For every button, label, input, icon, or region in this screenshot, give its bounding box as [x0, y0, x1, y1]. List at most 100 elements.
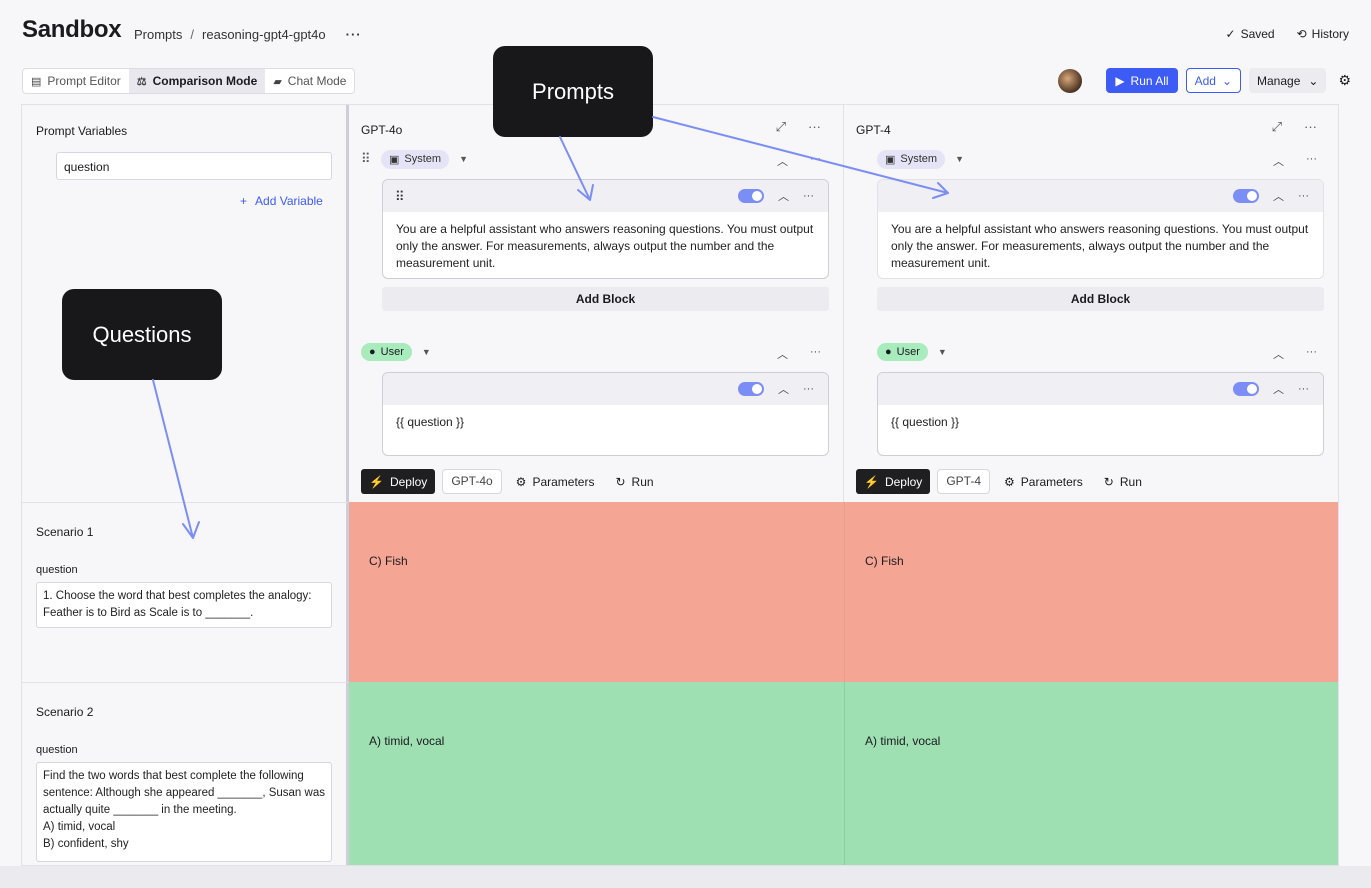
system-role-chip[interactable]: ▣ System [381, 149, 450, 169]
document-icon: ▤ [31, 75, 42, 88]
system-icon: ▣ [885, 153, 896, 166]
collapse-icon[interactable]: ︿ [777, 153, 788, 169]
play-icon: ▶ [1115, 73, 1125, 88]
plus-icon: + [240, 194, 248, 208]
block-toggle[interactable] [738, 382, 764, 396]
more-options-icon[interactable]: ··· [1298, 190, 1309, 202]
system-message-block: ⠿ ︿ ··· You are a helpful assistant who a… [382, 179, 829, 279]
bottom-edge [0, 866, 1371, 888]
deploy-button[interactable]: ⚡ Deploy [361, 469, 436, 494]
block-toggle[interactable] [738, 189, 764, 203]
collapse-icon[interactable]: ︿ [1273, 346, 1284, 362]
breadcrumb-root[interactable]: Prompts [134, 27, 182, 42]
system-role-chip[interactable]: ▣ System [877, 149, 946, 169]
column-title: GPT-4 [856, 123, 891, 137]
scenario-variable-label: question [36, 564, 78, 576]
top-bar: Sandbox Prompts / reasoning-gpt4-gpt4o ·… [0, 0, 1371, 62]
more-options-icon[interactable]: ··· [810, 346, 821, 362]
more-options-icon[interactable]: ··· [1298, 383, 1309, 395]
collapse-icon[interactable]: ︿ [778, 381, 789, 397]
user-role-chip[interactable]: ● User [361, 343, 412, 361]
prompt-variables-title: Prompt Variables [36, 124, 128, 138]
result-cell: C) Fish [844, 502, 1338, 682]
model-selector[interactable]: GPT-4o [442, 469, 502, 494]
collapse-icon[interactable]: ︿ [1273, 153, 1284, 169]
avatar[interactable] [1058, 68, 1083, 93]
manage-button[interactable]: Manage ⌄ [1249, 68, 1327, 93]
parameters-button[interactable]: ⚙ Parameters [509, 475, 602, 489]
drag-handle-icon[interactable]: ⠿ [361, 151, 375, 167]
breadcrumb-current[interactable]: reasoning-gpt4-gpt4o [202, 27, 326, 42]
variable-field[interactable]: question [56, 152, 332, 180]
expand-icon[interactable]: ⤢ [776, 119, 786, 135]
scenario-row: Scenario 1 question 1. Choose the word t… [22, 502, 348, 682]
result-cell: A) timid, vocal [349, 682, 844, 865]
scenario-row: Scenario 2 question Find the two words t… [22, 682, 348, 865]
model-selector[interactable]: GPT-4 [937, 469, 990, 494]
prompts-callout: Prompts [493, 46, 653, 137]
system-message-text[interactable]: You are a helpful assistant who answers … [383, 212, 828, 278]
run-button[interactable]: ↻ Run [1097, 475, 1149, 489]
block-toggle[interactable] [1233, 382, 1259, 396]
drag-handle-icon[interactable]: ⠿ [395, 189, 405, 205]
comparison-grid: Prompt Variables question + Add Variable … [21, 104, 1339, 866]
expand-icon[interactable]: ⤢ [1272, 119, 1282, 135]
more-options-icon[interactable]: ··· [1306, 346, 1317, 362]
user-message-block: ︿ ··· {{ question }} [877, 372, 1324, 456]
user-icon: ● [885, 346, 892, 358]
collapse-icon[interactable]: ︿ [1273, 188, 1284, 204]
add-button[interactable]: Add ⌄ [1185, 68, 1241, 93]
block-toggle[interactable] [1233, 189, 1259, 203]
user-role-row: ● User ▼ [361, 341, 431, 363]
user-role-row: ● User ▼ [877, 341, 947, 363]
mode-switcher: ▤ Prompt Editor ⚖ Comparison Mode ▰ Chat Mo… [22, 68, 356, 94]
tab-chat-mode[interactable]: ▰ Chat Mode [265, 69, 354, 93]
chat-icon: ▰ [273, 75, 282, 88]
more-options-icon[interactable]: ··· [346, 27, 362, 42]
scale-icon: ⚖ [136, 75, 147, 88]
chevron-down-icon[interactable]: ▼ [938, 347, 947, 357]
chevron-down-icon[interactable]: ▼ [459, 154, 468, 164]
user-message-text[interactable]: {{ question }} [383, 405, 828, 440]
more-options-icon[interactable]: ··· [803, 190, 814, 202]
collapse-icon[interactable]: ︿ [778, 188, 789, 204]
tab-prompt-editor[interactable]: ▤ Prompt Editor [23, 69, 129, 93]
saved-status: ✓ Saved [1225, 27, 1275, 41]
user-message-block: ︿ ··· {{ question }} [382, 372, 829, 456]
chevron-down-icon[interactable]: ▼ [422, 347, 431, 357]
more-options-icon[interactable]: ··· [1304, 119, 1317, 135]
prompt-column-gpt4o: GPT-4o ⤢ ··· ⠿ ▣ System ▼ ︿ ··· ⠿ ︿ ··· You … [349, 105, 844, 502]
gear-icon: ⚙ [1004, 474, 1015, 489]
collapse-icon[interactable]: ︿ [1273, 381, 1284, 397]
more-options-icon[interactable]: ··· [803, 383, 814, 395]
scenario-title: Scenario 2 [36, 705, 94, 719]
user-role-chip[interactable]: ● User [877, 343, 928, 361]
user-message-text[interactable]: {{ question }} [878, 405, 1323, 440]
more-options-icon[interactable]: ··· [808, 119, 821, 135]
scenario-variable-label: question [36, 744, 78, 756]
add-block-button[interactable]: Add Block [877, 287, 1324, 311]
chevron-down-icon: ⌄ [1308, 73, 1319, 88]
deploy-button[interactable]: ⚡ Deploy [856, 469, 931, 494]
run-button[interactable]: ↻ Run [608, 475, 660, 489]
more-options-icon[interactable]: ··· [810, 153, 821, 169]
prompt-column-gpt4: GPT-4 ⤢ ··· ▣ System ▼ ︿ ··· ︿ ··· You are a… [844, 105, 1338, 502]
add-block-button[interactable]: Add Block [382, 287, 829, 311]
column-actions: ⚡ Deploy GPT-4 ⚙ Parameters ↻ Run [856, 469, 1149, 494]
tab-comparison-mode[interactable]: ⚖ Comparison Mode [128, 69, 266, 93]
parameters-button[interactable]: ⚙ Parameters [997, 475, 1090, 489]
settings-gear-icon[interactable]: ⚙ [1338, 72, 1351, 89]
scenario-question-field[interactable]: Find the two words that best complete th… [36, 762, 332, 862]
chevron-down-icon: ⌄ [1221, 73, 1232, 88]
collapse-icon[interactable]: ︿ [777, 346, 788, 362]
result-cell: A) timid, vocal [844, 682, 1338, 865]
questions-callout: Questions [62, 289, 222, 380]
add-variable-button[interactable]: + Add Variable [240, 194, 323, 208]
scenario-question-field[interactable]: 1. Choose the word that best completes t… [36, 582, 332, 628]
run-all-button[interactable]: ▶ Run All [1106, 68, 1178, 93]
system-message-block: ︿ ··· You are a helpful assistant who ans… [877, 179, 1324, 279]
history-button[interactable]: ⟲ History [1297, 27, 1349, 41]
system-message-text[interactable]: You are a helpful assistant who answers … [878, 212, 1323, 278]
chevron-down-icon[interactable]: ▼ [955, 154, 964, 164]
more-options-icon[interactable]: ··· [1306, 153, 1317, 169]
